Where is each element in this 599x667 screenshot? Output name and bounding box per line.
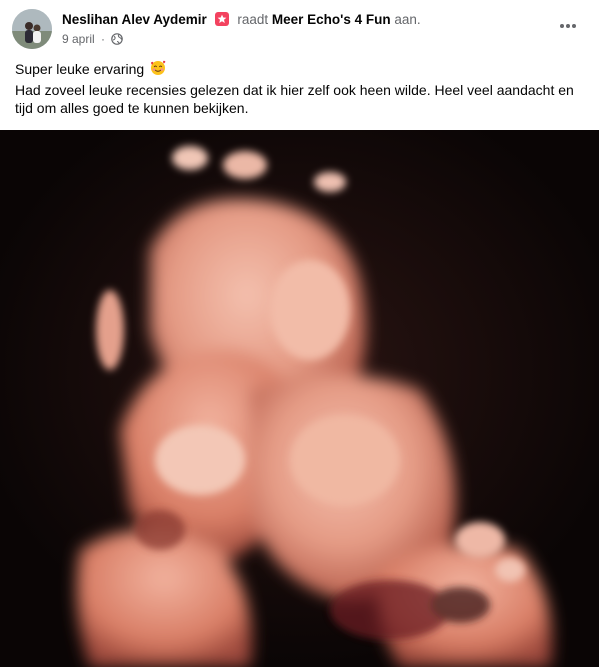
post-meta: 9 april · — [62, 31, 124, 49]
facebook-post: Neslihan Alev Aydemir raadt Meer Echo's … — [0, 0, 599, 667]
post-header: Neslihan Alev Aydemir raadt Meer Echo's … — [0, 0, 599, 56]
post-text-line: Super leuke ervaring — [15, 60, 590, 81]
post-text-first: Super leuke ervaring — [15, 61, 145, 77]
post-text: Super leuke ervaring Had zoveel leuke re… — [15, 60, 590, 118]
globe-icon[interactable] — [111, 33, 124, 49]
star-badge-icon — [214, 12, 229, 26]
post-author-line: Neslihan Alev Aydemir raadt Meer Echo's … — [62, 11, 421, 29]
ultrasound-image — [0, 130, 599, 667]
author-name-link[interactable]: Neslihan Alev Aydemir — [62, 12, 207, 27]
more-horizontal-icon[interactable] — [556, 14, 580, 38]
page-name-link[interactable]: Meer Echo's 4 Fun — [272, 12, 391, 27]
meta-separator: · — [101, 32, 106, 46]
post-text-line: Had zoveel leuke recensies gelezen dat i… — [15, 81, 574, 117]
recommends-verb: raadt — [237, 12, 269, 27]
post-date-link[interactable]: 9 april — [62, 32, 95, 46]
smiling-face-with-hearts-emoji — [150, 60, 166, 81]
post-photo-ultrasound[interactable] — [0, 130, 599, 667]
action-suffix: aan. — [394, 12, 421, 27]
author-avatar[interactable] — [12, 9, 52, 49]
